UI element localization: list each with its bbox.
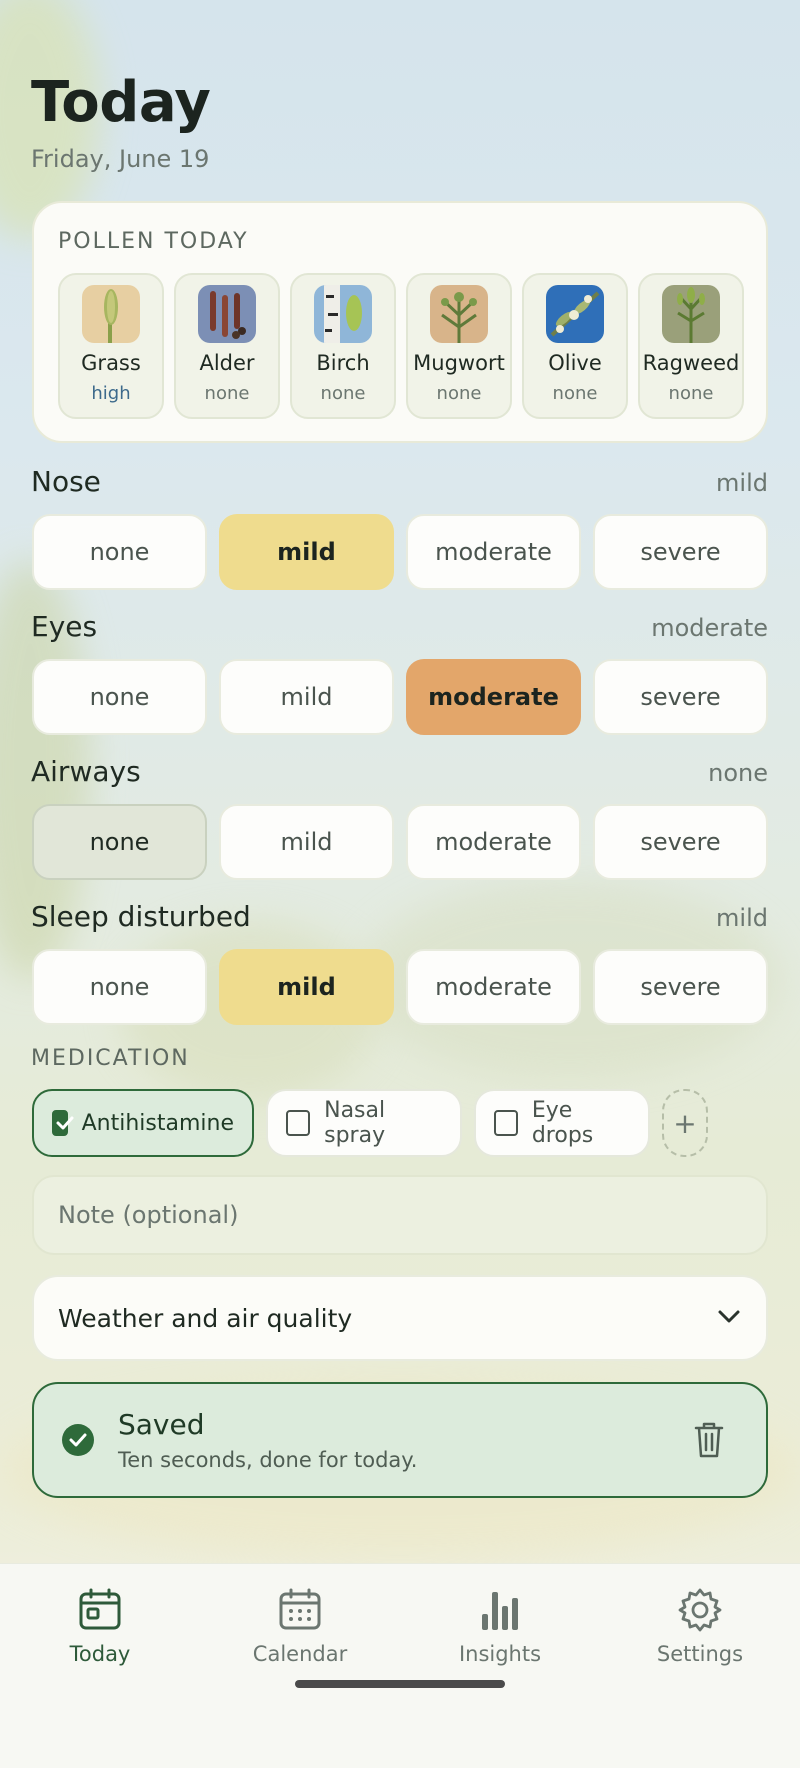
checkbox-unchecked-icon bbox=[286, 1110, 311, 1136]
pollen-tile-mugwort[interactable]: Mugwort none bbox=[406, 273, 512, 419]
bottom-navigation: Today Calendar Insights Settings bbox=[0, 1563, 800, 1768]
severity-option-severe[interactable]: severe bbox=[593, 659, 768, 735]
nav-label: Settings bbox=[656, 1642, 744, 1666]
severity-option-moderate[interactable]: moderate bbox=[406, 804, 581, 880]
pollen-tile-birch[interactable]: Birch none bbox=[290, 273, 396, 419]
symptom-label-sleep: Sleep disturbed bbox=[31, 900, 251, 933]
symptom-label-nose: Nose bbox=[31, 465, 101, 498]
pollen-tile-grass[interactable]: Grass high bbox=[58, 273, 164, 419]
medication-label: Nasal spray bbox=[324, 1098, 386, 1148]
today-screen: Today Friday, June 19 POLLEN TODAY Grass… bbox=[0, 0, 800, 1768]
severity-selector-sleep: none mild moderate severe bbox=[32, 949, 768, 1025]
severity-option-moderate[interactable]: moderate bbox=[406, 949, 581, 1025]
pollen-list: Grass high Alder none Birch none Mugwort… bbox=[58, 273, 744, 419]
severity-option-severe[interactable]: severe bbox=[593, 804, 768, 880]
checkbox-checked-icon bbox=[52, 1110, 74, 1136]
pollen-today-card: POLLEN TODAY Grass high Alder none Birch… bbox=[32, 201, 768, 443]
add-medication-button[interactable]: + bbox=[662, 1089, 708, 1157]
calendar-day-icon bbox=[79, 1588, 121, 1630]
nav-label: Today bbox=[69, 1642, 131, 1666]
nav-label: Calendar bbox=[252, 1642, 348, 1666]
symptom-label-airways: Airways bbox=[31, 755, 141, 788]
trash-icon[interactable] bbox=[692, 1420, 726, 1460]
medication-label: Eye drops bbox=[531, 1098, 594, 1148]
symptom-label-eyes: Eyes bbox=[31, 610, 98, 643]
check-circle-icon bbox=[62, 1424, 94, 1456]
saved-confirmation: Saved Ten seconds, done for today. bbox=[32, 1382, 768, 1498]
medication-label: Antihistamine bbox=[81, 1110, 234, 1136]
saved-subtitle: Ten seconds, done for today. bbox=[118, 1448, 418, 1472]
mugwort-image bbox=[430, 285, 488, 343]
bar-chart-icon bbox=[482, 1592, 518, 1630]
symptom-value-nose: mild bbox=[716, 469, 768, 497]
medication-chip-eye-drops[interactable]: Eye drops bbox=[474, 1089, 650, 1157]
severity-option-moderate[interactable]: moderate bbox=[406, 659, 581, 735]
alder-image bbox=[198, 285, 256, 343]
medication-chip-nasal-spray[interactable]: Nasal spray bbox=[266, 1089, 462, 1157]
nav-tab-calendar[interactable]: Calendar bbox=[220, 1586, 380, 1666]
severity-selector-nose: none mild moderate severe bbox=[32, 514, 768, 590]
severity-selector-eyes: none mild moderate severe bbox=[32, 659, 768, 735]
nav-tab-today[interactable]: Today bbox=[20, 1586, 180, 1666]
pollen-level: none bbox=[668, 383, 714, 404]
plus-icon: + bbox=[673, 1106, 697, 1140]
symptom-value-airways: none bbox=[708, 759, 768, 787]
symptom-value-eyes: moderate bbox=[651, 614, 768, 642]
olive-image bbox=[546, 285, 604, 343]
pollen-level: none bbox=[436, 383, 482, 404]
pollen-tile-alder[interactable]: Alder none bbox=[174, 273, 280, 419]
checkbox-unchecked-icon bbox=[494, 1110, 518, 1136]
weather-label: Weather and air quality bbox=[58, 1303, 353, 1333]
pollen-level: none bbox=[552, 383, 598, 404]
grass-image bbox=[82, 285, 140, 343]
pollen-name: Birch bbox=[316, 351, 370, 375]
home-indicator bbox=[295, 1680, 505, 1688]
severity-option-mild[interactable]: mild bbox=[219, 804, 394, 880]
severity-option-mild[interactable]: mild bbox=[219, 514, 394, 590]
severity-option-none[interactable]: none bbox=[32, 514, 207, 590]
pollen-level: none bbox=[204, 383, 250, 404]
medication-list: Antihistamine Nasal spray Eye drops + bbox=[32, 1089, 708, 1157]
pollen-level: high bbox=[91, 383, 131, 404]
medication-chip-antihistamine[interactable]: Antihistamine bbox=[32, 1089, 254, 1157]
severity-option-none[interactable]: none bbox=[32, 659, 207, 735]
pollen-tile-olive[interactable]: Olive none bbox=[522, 273, 628, 419]
severity-option-none[interactable]: none bbox=[32, 949, 207, 1025]
medication-heading: MEDICATION bbox=[31, 1046, 190, 1071]
pollen-tile-ragweed[interactable]: Ragweed none bbox=[638, 273, 744, 419]
calendar-grid-icon bbox=[279, 1588, 321, 1630]
pollen-name: Ragweed bbox=[642, 351, 740, 375]
page-date: Friday, June 19 bbox=[31, 145, 210, 173]
pollen-name: Mugwort bbox=[413, 351, 505, 375]
severity-option-none[interactable]: none bbox=[32, 804, 207, 880]
symptom-value-sleep: mild bbox=[716, 904, 768, 932]
nav-label: Insights bbox=[458, 1642, 542, 1666]
pollen-heading: POLLEN TODAY bbox=[58, 229, 249, 254]
gear-icon bbox=[678, 1588, 722, 1632]
pollen-name: Grass bbox=[81, 351, 141, 375]
pollen-level: none bbox=[320, 383, 366, 404]
nav-tab-insights[interactable]: Insights bbox=[420, 1586, 580, 1666]
saved-title: Saved bbox=[118, 1408, 205, 1441]
severity-option-severe[interactable]: severe bbox=[593, 949, 768, 1025]
severity-selector-airways: none mild moderate severe bbox=[32, 804, 768, 880]
weather-air-quality-expander[interactable]: Weather and air quality bbox=[32, 1275, 768, 1361]
nav-tab-settings[interactable]: Settings bbox=[620, 1586, 780, 1666]
pollen-name: Alder bbox=[199, 351, 255, 375]
ragweed-image bbox=[662, 285, 720, 343]
note-input[interactable]: Note (optional) bbox=[32, 1175, 768, 1255]
pollen-name: Olive bbox=[548, 351, 602, 375]
severity-option-severe[interactable]: severe bbox=[593, 514, 768, 590]
chevron-down-icon bbox=[716, 1303, 742, 1333]
birch-image bbox=[314, 285, 372, 343]
severity-option-moderate[interactable]: moderate bbox=[406, 514, 581, 590]
page-title: Today bbox=[31, 70, 211, 135]
severity-option-mild[interactable]: mild bbox=[219, 659, 394, 735]
severity-option-mild[interactable]: mild bbox=[219, 949, 394, 1025]
